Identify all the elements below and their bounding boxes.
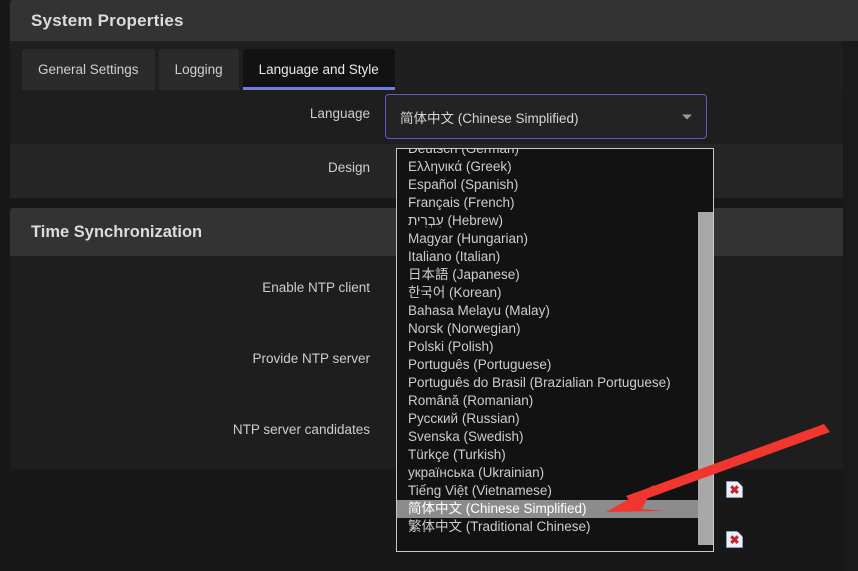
language-dropdown-item[interactable]: Tiếng Việt (Vietnamese) <box>397 482 700 500</box>
language-dropdown-popup: Deutsch (German)Ελληνικά (Greek)Español … <box>396 148 714 552</box>
broken-image-x-glyph: ✖ <box>729 482 740 497</box>
page-scrollbar[interactable] <box>843 41 858 571</box>
window-titlebar: System Properties <box>10 0 858 41</box>
language-dropdown-item[interactable]: Türkçe (Turkish) <box>397 446 700 464</box>
language-combobox-value: 简体中文 (Chinese Simplified) <box>400 110 579 126</box>
tab-label: Language and Style <box>258 62 379 77</box>
page-title: System Properties <box>31 10 184 30</box>
tab-language-and-style[interactable]: Language and Style <box>242 49 395 90</box>
language-dropdown-item[interactable]: Português (Portuguese) <box>397 356 700 374</box>
system-properties-window: System Properties General Settings Loggi… <box>0 0 858 571</box>
language-dropdown-item[interactable]: Polski (Polish) <box>397 338 700 356</box>
tab-bar: General Settings Logging Language and St… <box>10 41 858 90</box>
tab-label: General Settings <box>38 62 139 77</box>
tab-label: Logging <box>174 62 223 77</box>
language-dropdown-item[interactable]: 日本語 (Japanese) <box>397 266 700 284</box>
broken-image-x-glyph: ✖ <box>729 532 740 547</box>
broken-image-icon[interactable]: ✖ <box>726 531 743 548</box>
chevron-down-icon[interactable] <box>682 114 692 119</box>
language-dropdown-item[interactable]: Français (French) <box>397 194 700 212</box>
language-dropdown-item[interactable]: עִבְרִית (Hebrew) <box>397 212 700 230</box>
language-dropdown-item[interactable]: Português do Brasil (Brazialian Portugue… <box>397 374 700 392</box>
language-dropdown-list: Deutsch (German)Ελληνικά (Greek)Español … <box>397 149 700 536</box>
language-dropdown-item[interactable]: 한국어 (Korean) <box>397 284 700 302</box>
language-dropdown-item[interactable]: Norsk (Norwegian) <box>397 320 700 338</box>
language-dropdown-item[interactable]: Magyar (Hungarian) <box>397 230 700 248</box>
broken-image-icon[interactable]: ✖ <box>726 481 743 498</box>
label-provide-ntp-server: Provide NTP server <box>252 351 370 366</box>
label-ntp-server-candidates: NTP server candidates <box>232 422 370 437</box>
language-dropdown-item[interactable]: Română (Romanian) <box>397 392 700 410</box>
language-dropdown-item[interactable]: Svenska (Swedish) <box>397 428 700 446</box>
language-dropdown-viewport: Deutsch (German)Ελληνικά (Greek)Español … <box>397 149 700 551</box>
language-dropdown-item[interactable]: Bahasa Melayu (Malay) <box>397 302 700 320</box>
section-title: Time Synchronization <box>31 222 203 241</box>
label-design: Design <box>327 160 370 175</box>
language-combobox[interactable]: 简体中文 (Chinese Simplified) <box>385 94 707 139</box>
language-dropdown-item[interactable]: Русский (Russian) <box>397 410 700 428</box>
label-enable-ntp-client: Enable NTP client <box>262 280 370 295</box>
language-dropdown-item[interactable]: Español (Spanish) <box>397 176 700 194</box>
language-dropdown-item[interactable]: Deutsch (German) <box>397 149 700 158</box>
field-language: 简体中文 (Chinese Simplified) <box>385 94 858 139</box>
form-row-language: Language 简体中文 (Chinese Simplified) <box>10 90 858 144</box>
dropdown-scrollbar-thumb[interactable] <box>698 212 713 545</box>
language-dropdown-item[interactable]: українська (Ukrainian) <box>397 464 700 482</box>
tab-logging[interactable]: Logging <box>158 49 239 90</box>
language-dropdown-item[interactable]: Italiano (Italian) <box>397 248 700 266</box>
language-dropdown-item[interactable]: 繁体中文 (Traditional Chinese) <box>397 518 700 536</box>
language-dropdown-item[interactable]: 简体中文 (Chinese Simplified) <box>397 500 700 518</box>
language-dropdown-item[interactable]: Ελληνικά (Greek) <box>397 158 700 176</box>
tab-general-settings[interactable]: General Settings <box>22 49 155 90</box>
label-language: Language <box>309 106 370 121</box>
dropdown-scrollbar-track[interactable] <box>698 149 713 551</box>
